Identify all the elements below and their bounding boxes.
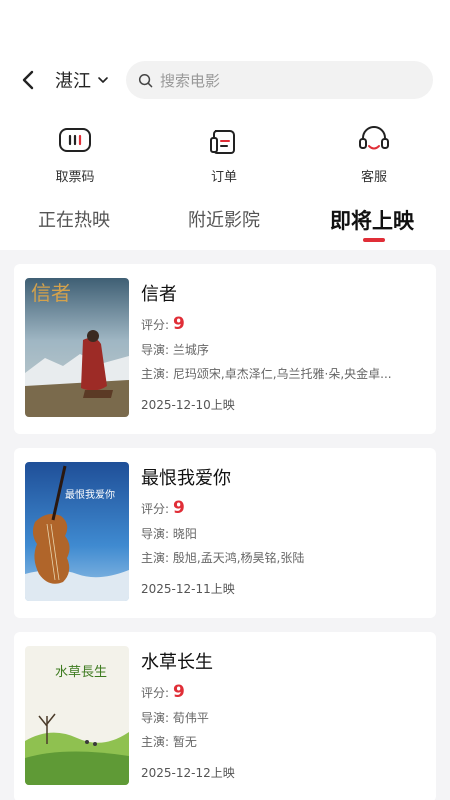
cast-value: 尼玛颂宋,卓杰泽仁,乌兰托雅·朵,央金卓... <box>172 367 392 381</box>
order-button[interactable]: 订单 <box>179 122 269 185</box>
cast-value: 暂无 <box>172 735 197 749</box>
ticket-code-button[interactable]: 取票码 <box>30 122 120 185</box>
cast-label: 主演: <box>141 551 170 565</box>
movie-poster[interactable]: 水草長生 <box>25 646 129 785</box>
chevron-down-icon <box>98 77 108 83</box>
movie-card[interactable]: 水草長生 水草长生 评分: 9 导演: 荀伟平 主演: 暂无 2025-12-1… <box>14 632 436 800</box>
director-value: 荀伟平 <box>172 711 209 725</box>
tab-now-showing[interactable]: 正在热映 <box>38 206 110 232</box>
cast-label: 主演: <box>141 367 170 381</box>
order-label: 订单 <box>210 170 237 185</box>
headset-icon <box>359 126 389 150</box>
movie-poster[interactable]: 信者 <box>25 278 129 417</box>
poster-title-text: 最恨我爱你 <box>65 488 115 501</box>
customer-service-label: 客服 <box>360 170 387 185</box>
tab-coming-soon[interactable]: 即将上映 <box>330 205 414 235</box>
director-row: 导演: 晓阳 <box>141 525 197 542</box>
movie-tabs: 正在热映 附近影院 即将上映 <box>0 200 450 248</box>
cast-row: 主演: 殷旭,孟天鸿,杨昊铭,张陆 <box>141 549 426 566</box>
score-value: 9 <box>173 498 185 518</box>
ticket-code-icon <box>59 128 91 152</box>
director-row: 导演: 荀伟平 <box>141 709 209 726</box>
score-label: 评分: <box>141 686 170 700</box>
release-date: 2025-12-10上映 <box>141 398 235 412</box>
score-row: 评分: 9 <box>141 682 185 702</box>
cast-row: 主演: 尼玛颂宋,卓杰泽仁,乌兰托雅·朵,央金卓... <box>141 365 426 382</box>
top-bar: 湛江 搜索电影 <box>0 60 450 100</box>
movie-list: 信者 信者 评分: 9 导演: 兰城序 主演: 尼玛颂宋,卓杰泽仁,乌兰托雅·朵… <box>0 250 450 800</box>
search-icon <box>138 73 153 87</box>
director-value: 兰城序 <box>172 343 209 357</box>
city-selector[interactable]: 湛江 <box>55 68 109 92</box>
score-row: 评分: 9 <box>141 314 185 334</box>
search-placeholder: 搜索电影 <box>160 71 221 90</box>
movie-title: 信者 <box>141 284 177 305</box>
movie-title: 水草长生 <box>141 652 213 673</box>
score-label: 评分: <box>141 502 170 516</box>
cast-value: 殷旭,孟天鸿,杨昊铭,张陆 <box>172 551 305 565</box>
poster-title-text: 信者 <box>31 281 71 305</box>
cast-row: 主演: 暂无 <box>141 733 426 750</box>
order-icon <box>210 130 235 154</box>
release-date: 2025-12-12上映 <box>141 766 235 780</box>
director-label: 导演: <box>141 527 170 541</box>
score-row: 评分: 9 <box>141 498 185 518</box>
cast-label: 主演: <box>141 735 170 749</box>
search-input[interactable]: 搜索电影 <box>126 61 433 99</box>
back-arrow-icon[interactable] <box>18 68 40 92</box>
active-tab-indicator <box>363 238 385 242</box>
score-value: 9 <box>173 682 185 702</box>
director-value: 晓阳 <box>172 527 197 541</box>
director-label: 导演: <box>141 343 170 357</box>
movie-card[interactable]: 最恨我爱你 最恨我爱你 评分: 9 导演: 晓阳 主演: 殷旭,孟天鸿,杨昊铭,… <box>14 448 436 618</box>
score-value: 9 <box>173 314 185 334</box>
movie-poster[interactable]: 最恨我爱你 <box>25 462 129 601</box>
director-label: 导演: <box>141 711 170 725</box>
movie-title: 最恨我爱你 <box>141 468 231 489</box>
release-date: 2025-12-11上映 <box>141 582 235 596</box>
quick-actions: 取票码 订单 客服 <box>0 122 450 185</box>
customer-service-button[interactable]: 客服 <box>329 122 419 185</box>
tab-nearby-cinemas[interactable]: 附近影院 <box>188 206 260 232</box>
score-label: 评分: <box>141 318 170 332</box>
city-name: 湛江 <box>55 71 91 92</box>
poster-title-text: 水草長生 <box>55 665 107 680</box>
director-row: 导演: 兰城序 <box>141 341 209 358</box>
ticket-code-label: 取票码 <box>55 170 95 185</box>
movie-card[interactable]: 信者 信者 评分: 9 导演: 兰城序 主演: 尼玛颂宋,卓杰泽仁,乌兰托雅·朵… <box>14 264 436 434</box>
